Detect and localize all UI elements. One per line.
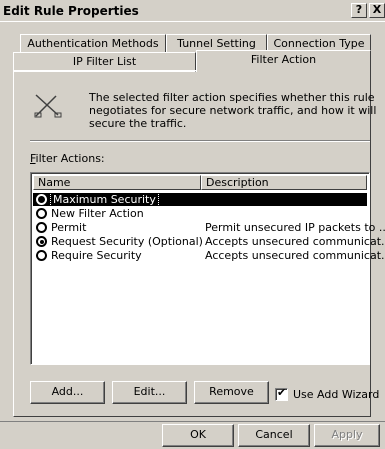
item-name: New Filter Action	[51, 207, 144, 220]
radio-button[interactable]	[36, 222, 47, 233]
column-header-name[interactable]: Name	[33, 175, 201, 190]
item-description: Permit unsecured IP packets to ...	[205, 221, 385, 234]
radio-button[interactable]	[36, 250, 47, 261]
item-description: Accepts unsecured communicat...	[205, 235, 385, 248]
window-title: Edit Rule Properties	[3, 3, 139, 18]
filter-actions-label-text: ilter Actions:	[35, 152, 105, 165]
edit-button[interactable]: Edit...	[112, 381, 187, 404]
radio-button[interactable]	[36, 208, 47, 219]
item-name: Request Security (Optional)	[51, 235, 203, 248]
item-name: Require Security	[51, 249, 142, 262]
radio-button-checked[interactable]	[36, 236, 47, 247]
list-item[interactable]: Maximum Security	[33, 192, 367, 207]
item-description: Accepts unsecured communicat...	[205, 249, 385, 262]
separator	[30, 140, 370, 142]
help-button[interactable]: ?	[351, 3, 367, 18]
item-name: Maximum Security	[50, 192, 159, 207]
radio-button[interactable]	[36, 194, 47, 205]
use-add-wizard-checkbox[interactable]	[275, 386, 288, 401]
ok-button[interactable]: OK	[162, 424, 234, 447]
info-text: The selected filter action specifies whe…	[89, 91, 377, 130]
close-button[interactable]: X	[369, 3, 385, 18]
list-item[interactable]: Request Security (Optional) Accepts unse…	[33, 235, 385, 248]
filter-actions-list[interactable]: Name Description Maximum Security New Fi…	[30, 172, 385, 365]
column-header-description[interactable]: Description	[201, 175, 367, 190]
filter-action-icon	[34, 94, 62, 118]
apply-button[interactable]: Apply	[314, 424, 380, 447]
list-item[interactable]: Require Security Accepts unsecured commu…	[33, 249, 385, 262]
add-button[interactable]: Add...	[30, 381, 105, 404]
list-item[interactable]: Permit Permit unsecured IP packets to ..…	[33, 221, 385, 234]
cancel-button[interactable]: Cancel	[238, 424, 310, 447]
footer-separator	[0, 421, 385, 422]
tab-ip-filter-list[interactable]: IP Filter List	[13, 52, 196, 72]
title-bar: Edit Rule Properties ? X	[0, 0, 385, 22]
tab-authentication-methods[interactable]: Authentication Methods	[20, 34, 166, 54]
use-add-wizard-label[interactable]: Use Add Wizard	[293, 388, 379, 401]
tab-filter-action[interactable]: Filter Action	[196, 50, 371, 72]
item-name: Permit	[51, 221, 87, 234]
remove-button[interactable]: Remove	[194, 381, 269, 404]
list-item[interactable]: New Filter Action	[33, 207, 367, 220]
filter-actions-label: Filter Actions:	[30, 152, 105, 165]
